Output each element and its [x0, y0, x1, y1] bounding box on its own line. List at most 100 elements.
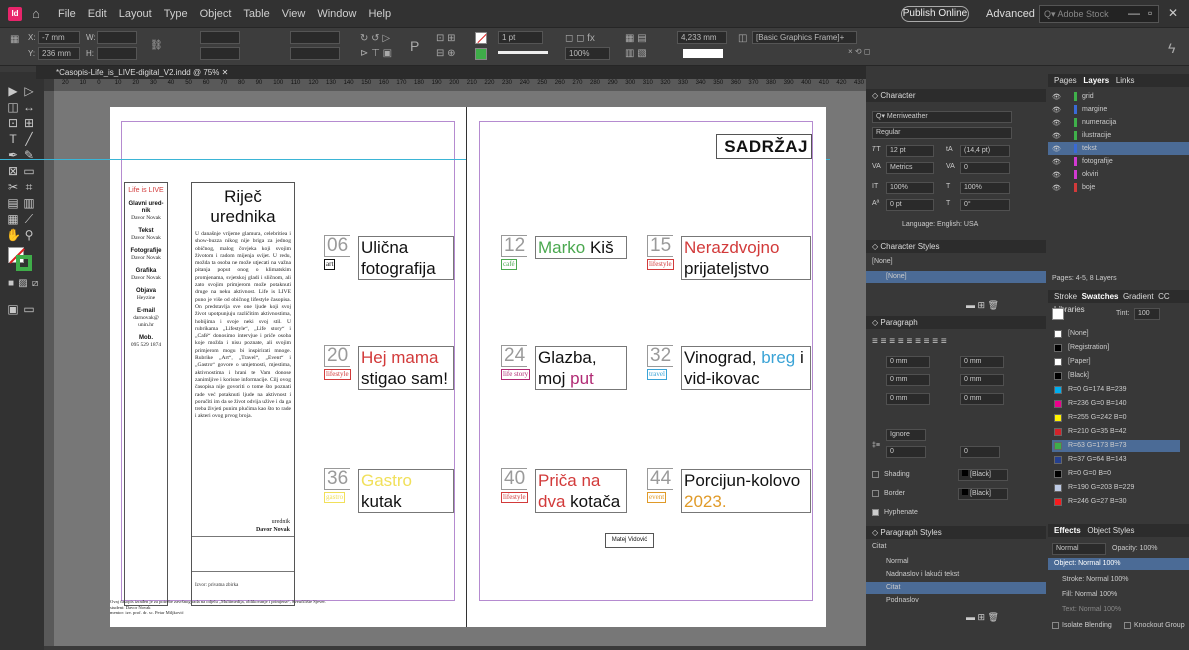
scissors-tool-icon[interactable]: ✂: [6, 180, 20, 194]
hyphenate-checkbox[interactable]: [872, 509, 879, 516]
gap-tool-icon[interactable]: ↔: [22, 100, 36, 114]
shading-color-dropdown[interactable]: [Black]: [958, 469, 1008, 481]
horizontal-scale-field[interactable]: 100%: [960, 182, 1010, 194]
masthead-column[interactable]: Life is LIVE Glavni ured-nik Davor Novak T…: [124, 182, 168, 606]
isolate-blending-checkbox[interactable]: [1052, 622, 1059, 629]
border-checkbox[interactable]: [872, 490, 879, 497]
pasteboard[interactable]: Life is LIVE Glavni ured-nik Davor Novak T…: [0, 91, 866, 646]
flip-icon[interactable]: ⊳ ⊤ ▣: [360, 48, 392, 59]
stroke-weight-field[interactable]: 1 pt: [498, 31, 543, 44]
x-position-field[interactable]: -7 mm: [38, 31, 80, 44]
char-style-footer-icons[interactable]: ▬ ⊞ 🗑: [966, 300, 999, 311]
line-tool-icon[interactable]: ╱: [22, 132, 36, 146]
paragraph-spacing-field[interactable]: 0 mm: [886, 393, 930, 405]
screen-mode-icon[interactable]: ▭: [22, 302, 36, 316]
content-placer-icon[interactable]: ⊞: [22, 116, 36, 130]
menu-type[interactable]: Type: [164, 8, 188, 20]
normal-view-icon[interactable]: ▣: [6, 302, 20, 316]
paragraph-spacing-field[interactable]: 0 mm: [960, 356, 1004, 368]
tab-pages[interactable]: Pages: [1054, 76, 1077, 85]
rotate-icon[interactable]: ↻ ↺ ▷: [360, 33, 390, 44]
measure-field[interactable]: 4,233 mm: [677, 31, 727, 44]
character-panel-header[interactable]: ◇ Character: [866, 89, 1046, 102]
font-size-field[interactable]: 12 pt: [886, 145, 934, 157]
swatch-row[interactable]: [Black]: [1052, 370, 1180, 382]
scale-x-field[interactable]: [200, 31, 240, 44]
document-tab[interactable]: *Casopis-Life_is_LIVE-digital_V2.indd @ …: [56, 66, 228, 79]
hand-tool-icon[interactable]: ✋: [6, 228, 21, 242]
zoom-tool-icon[interactable]: ⚲: [22, 228, 36, 242]
vertical-ruler[interactable]: [44, 91, 54, 646]
char-style-none-row[interactable]: [None]: [866, 271, 1046, 283]
leading-field[interactable]: (14,4 pt): [960, 145, 1010, 157]
swatch-row[interactable]: R=190 G=203 B=229: [1052, 482, 1180, 494]
dropcap-chars-field[interactable]: 0: [960, 446, 1000, 458]
gradient-tool-icon[interactable]: ▤: [6, 196, 20, 210]
paragraph-spacing-field[interactable]: 0 mm: [960, 374, 1004, 386]
object-style-dropdown[interactable]: [Basic Graphics Frame]+: [752, 31, 857, 44]
tab-effects[interactable]: Effects: [1054, 526, 1081, 535]
note-tool-icon[interactable]: ▦: [6, 212, 20, 226]
baseline-shift-field[interactable]: 0 pt: [886, 199, 934, 211]
selection-tool-icon[interactable]: ▶: [6, 84, 20, 98]
free-transform-tool-icon[interactable]: ⌗: [22, 180, 36, 194]
visibility-icon[interactable]: 👁: [1052, 106, 1061, 114]
height-field[interactable]: [97, 47, 137, 60]
menu-edit[interactable]: Edit: [88, 8, 107, 20]
toc-entry[interactable]: 32 travel Vinograd, breg i vid-ikovac: [647, 345, 817, 407]
paragraph-style-row[interactable]: Nadnaslov i lakući tekst: [866, 569, 1046, 581]
paragraph-spacing-field[interactable]: 0 mm: [886, 374, 930, 386]
tracking-field[interactable]: 0: [960, 162, 1010, 174]
blend-mode-dropdown[interactable]: Normal: [1052, 543, 1106, 555]
menu-view[interactable]: View: [282, 8, 306, 20]
paragraph-spacing-field[interactable]: 0 mm: [960, 393, 1004, 405]
toc-entry[interactable]: 15 lifestyle Nerazdvojno prijateljstvo: [647, 235, 817, 297]
effects-text[interactable]: Text: Normal 100%: [1062, 606, 1121, 613]
paragraph-style-row[interactable]: Citat: [866, 582, 1046, 594]
direct-selection-tool-icon[interactable]: ▷: [22, 84, 36, 98]
gradient-feather-icon[interactable]: ▥: [22, 196, 36, 210]
constrain-proportions-icon[interactable]: ⛓: [150, 40, 163, 51]
border-color-dropdown[interactable]: [Black]: [958, 488, 1008, 500]
effects-object-row[interactable]: Object: Normal 100%: [1048, 558, 1189, 570]
font-family-dropdown[interactable]: Q▾ Merriweather: [872, 111, 1012, 123]
rectangle-tool-icon[interactable]: ▭: [22, 164, 36, 178]
tint-field[interactable]: 100: [1134, 308, 1160, 320]
content-collector-icon[interactable]: ⊡: [6, 116, 20, 130]
paragraph-styles-header[interactable]: ◇ Paragraph Styles: [866, 526, 1046, 539]
stroke-type-line[interactable]: [498, 51, 548, 54]
opacity-field[interactable]: 100%: [565, 47, 610, 60]
shading-checkbox[interactable]: [872, 471, 879, 478]
fit-content-icon[interactable]: ▦ ▤: [625, 33, 647, 44]
shear-field[interactable]: [290, 47, 340, 60]
lightning-icon[interactable]: ϟ: [1168, 40, 1175, 56]
character-styles-header[interactable]: ◇ Character Styles: [866, 240, 1046, 253]
right-page[interactable]: SADRŽAJ 06 art Ulična fotografija 12 café Mar…: [324, 107, 826, 627]
toc-entry[interactable]: 40 lifestyle Priča na dva kotača: [501, 468, 633, 530]
frame-fitting-icons[interactable]: ◻ ◻ fx: [565, 33, 595, 44]
swatch-row[interactable]: R=255 G=242 B=0: [1052, 412, 1180, 424]
opacity-field[interactable]: Opacity: 100%: [1112, 545, 1158, 552]
visibility-icon[interactable]: 👁: [1052, 184, 1061, 192]
tab-links[interactable]: Links: [1116, 76, 1135, 85]
effects-stroke[interactable]: Stroke: Normal 100%: [1062, 576, 1129, 583]
maximize-icon[interactable]: ▫: [1148, 6, 1152, 20]
credit-frame[interactable]: Matej Vidović: [605, 533, 654, 548]
swatch-row[interactable]: R=37 G=64 B=143: [1052, 454, 1180, 466]
toc-entry[interactable]: 24 life story Glazba, moj put: [501, 345, 633, 407]
apply-style-icon[interactable]: × ⟲ ◻: [848, 47, 870, 56]
grid-align-dropdown[interactable]: Ignore: [886, 429, 926, 441]
layer-row-tekst[interactable]: 👁 tekst: [1048, 142, 1189, 155]
page-tool-icon[interactable]: ◫: [6, 100, 20, 114]
skew-field[interactable]: 0°: [960, 199, 1010, 211]
layer-row-boje[interactable]: 👁 boje: [1048, 181, 1189, 194]
stroke-color-icon[interactable]: [16, 255, 32, 271]
reference-point-icon[interactable]: ▦: [10, 34, 19, 45]
para-style-footer-icons[interactable]: ▬ ⊞ 🗑: [966, 612, 999, 623]
tab-layers[interactable]: Layers: [1083, 76, 1109, 85]
fill-swatch[interactable]: [475, 32, 487, 44]
toc-entry[interactable]: 36 gastro Gastro kutak: [324, 468, 460, 530]
apply-none-icon[interactable]: ⧄: [28, 277, 42, 291]
menu-help[interactable]: Help: [368, 8, 391, 20]
visibility-icon[interactable]: 👁: [1052, 132, 1061, 140]
